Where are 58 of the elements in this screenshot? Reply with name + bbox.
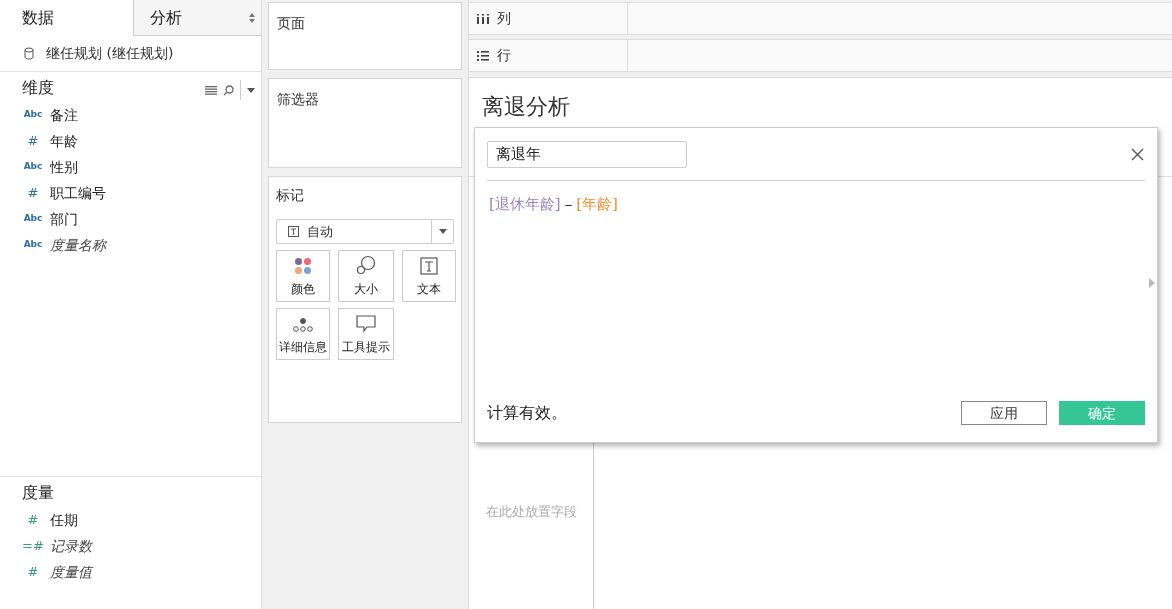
speech-bubble-icon — [356, 315, 376, 333]
mark-property-button[interactable]: 文本 — [402, 250, 456, 302]
card-title: 筛选器 — [277, 91, 319, 107]
search-icon[interactable] — [223, 84, 234, 96]
validation-status: 计算有效。 — [487, 402, 567, 424]
field-item[interactable]: 职工编号 — [50, 182, 106, 204]
drop-hint: 在此处放置字段 — [485, 502, 577, 521]
field-type-icon: # — [20, 562, 46, 582]
mark-type-dropdown[interactable]: 自动 — [276, 219, 454, 244]
field-item[interactable]: 度量名称 — [50, 234, 106, 256]
color-dots-icon — [294, 257, 312, 275]
field-type-icon: # — [20, 131, 46, 151]
shelf-label: 列 — [497, 9, 511, 28]
field-item[interactable]: 年龄 — [50, 130, 78, 152]
dropdown-caret-icon — [438, 229, 447, 234]
database-icon — [24, 47, 34, 60]
list-view-icon[interactable] — [205, 85, 217, 95]
field-type-icon: # — [20, 183, 46, 203]
close-button[interactable] — [1130, 147, 1144, 161]
mark-property-button[interactable]: 颜色 — [276, 250, 330, 302]
field-type-icon: Abc — [20, 160, 46, 174]
close-icon — [1130, 147, 1144, 161]
text-mark-icon — [288, 226, 299, 237]
field-item[interactable]: 度量值 — [50, 561, 92, 583]
card-title: 页面 — [277, 15, 305, 31]
dots-icon — [292, 317, 314, 333]
sort-arrows-icon — [249, 12, 255, 23]
data-source-name[interactable]: 继任规划 (继任规划) — [46, 43, 174, 64]
text-icon — [420, 257, 438, 275]
section-title: 度量 — [22, 482, 54, 504]
field-item[interactable]: 性别 — [50, 156, 78, 178]
formula-editor[interactable]: [退休年龄] – [年龄] — [487, 181, 1145, 388]
calculation-name-field[interactable]: 离退年 — [487, 140, 687, 168]
view-title: 离退分析 — [482, 94, 570, 119]
field-type-icon: # — [20, 510, 46, 530]
panel-tab[interactable]: 分析 — [133, 0, 261, 36]
field-type-icon: Abc — [20, 212, 46, 226]
card-title: 标记 — [276, 186, 305, 205]
field-type-icon: Abc — [20, 108, 46, 122]
field-item[interactable]: 部门 — [50, 208, 78, 230]
rows-icon — [477, 50, 489, 61]
columns-icon — [477, 13, 489, 24]
circles-icon — [356, 255, 376, 275]
formula-field: [年龄] — [576, 193, 618, 216]
formula-field: [退休年龄] — [489, 193, 561, 216]
mark-property-button[interactable]: 工具提示 — [338, 308, 394, 360]
section-title: 维度 — [22, 77, 54, 99]
dialog-button[interactable]: 应用 — [961, 401, 1047, 425]
mark-property-button[interactable]: 大小 — [338, 250, 394, 302]
field-item[interactable]: 记录数 — [50, 535, 92, 557]
field-type-icon: =# — [20, 536, 46, 556]
dropdown-caret-icon[interactable] — [247, 87, 255, 93]
field-item[interactable]: 任期 — [50, 509, 78, 531]
field-type-icon: Abc — [20, 238, 46, 252]
field-item[interactable]: 备注 — [50, 104, 78, 126]
formula-operator: – — [564, 194, 573, 215]
shelf-label: 行 — [497, 46, 511, 65]
mark-property-button[interactable]: 详细信息 — [276, 308, 330, 360]
